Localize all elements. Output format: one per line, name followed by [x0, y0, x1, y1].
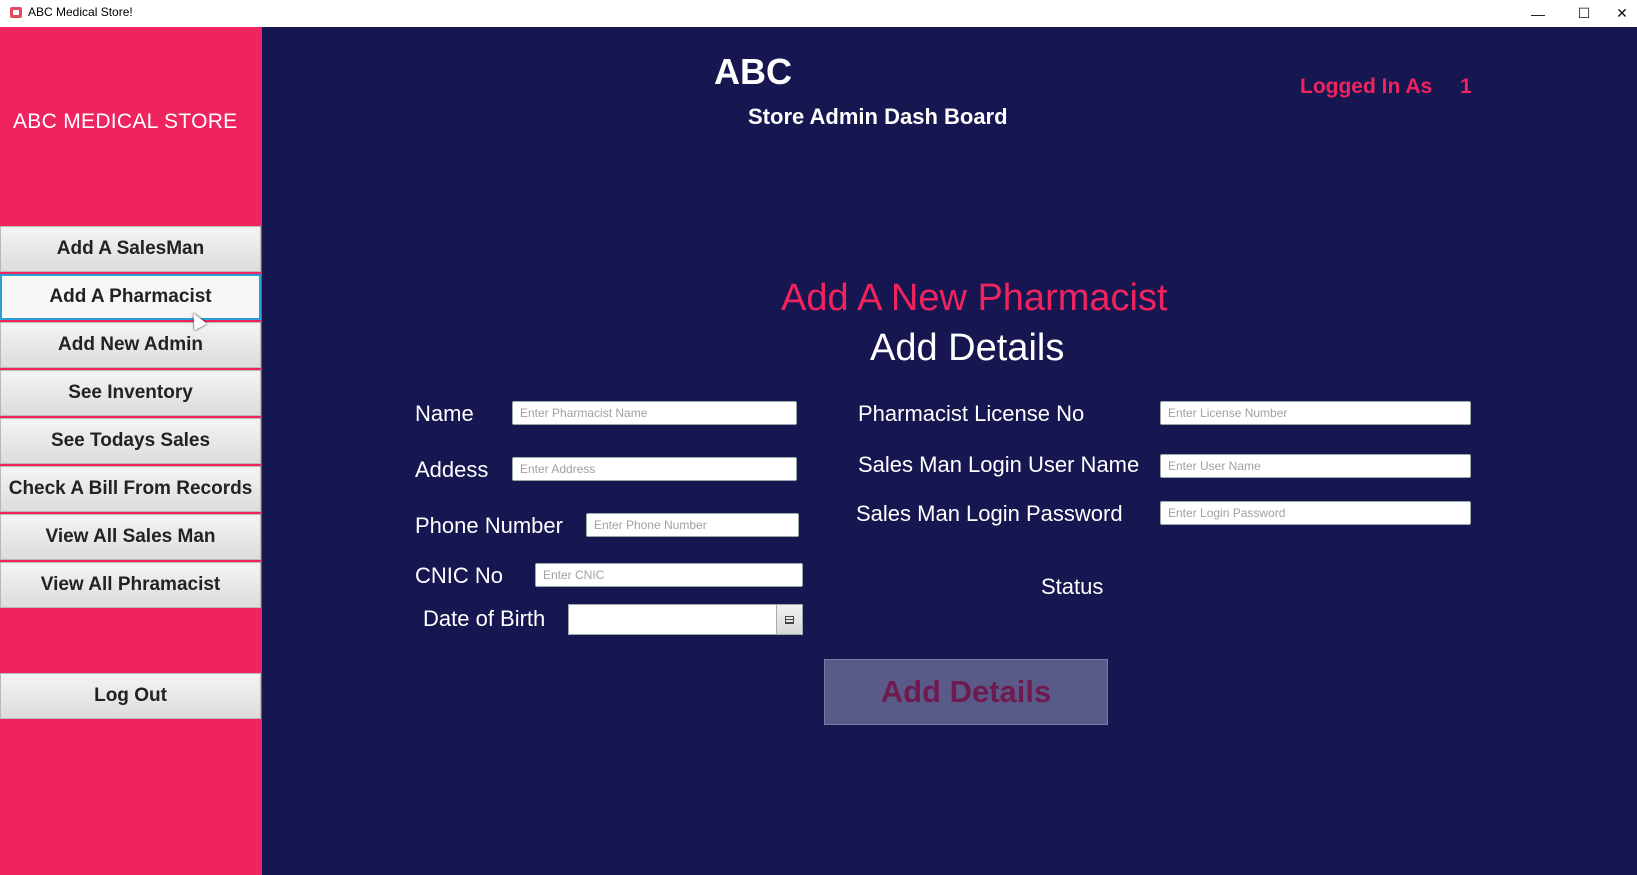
maximize-button[interactable]: ☐	[1561, 0, 1607, 27]
calendar-icon	[785, 615, 794, 624]
sidebar-item-add-salesman[interactable]: Add A SalesMan	[0, 226, 261, 272]
status-label: Status	[1041, 574, 1104, 599]
cnic-label: CNIC No	[415, 563, 504, 588]
license-label: Pharmacist License No	[858, 401, 1085, 426]
dob-label: Date of Birth	[423, 606, 546, 631]
form-heading: Add A New Pharmacist	[781, 277, 1168, 319]
app-icon	[10, 7, 22, 18]
form-subheading: Add Details	[870, 327, 1065, 369]
sidebar-item-view-all-pharmacist[interactable]: View All Phramacist	[0, 562, 261, 608]
logged-in-label: Logged In As	[1300, 75, 1433, 98]
logout-button[interactable]: Log Out	[0, 673, 261, 719]
dob-date-picker[interactable]	[568, 604, 803, 635]
sidebar-brand: ABC MEDICAL STORE	[13, 110, 238, 133]
main-panel	[262, 27, 1637, 875]
dob-input[interactable]	[569, 605, 777, 634]
license-number-input[interactable]	[1160, 401, 1471, 425]
password-input[interactable]	[1160, 501, 1471, 525]
address-label: Addess	[415, 457, 489, 482]
logged-in-value: 1	[1460, 75, 1472, 98]
calendar-button[interactable]	[776, 605, 802, 634]
sidebar-item-view-all-salesman[interactable]: View All Sales Man	[0, 514, 261, 560]
sidebar-item-check-bill[interactable]: Check A Bill From Records	[0, 466, 261, 512]
phone-label: Phone Number	[415, 513, 563, 538]
username-input[interactable]	[1160, 454, 1471, 478]
add-details-button[interactable]: Add Details	[824, 659, 1108, 725]
dashboard-title: Store Admin Dash Board	[748, 104, 1008, 129]
window-titlebar: ABC Medical Store! — ☐ ✕	[0, 0, 1637, 27]
minimize-button[interactable]: —	[1515, 0, 1561, 27]
close-button[interactable]: ✕	[1607, 0, 1637, 27]
password-label: Sales Man Login Password	[856, 501, 1123, 526]
sidebar-item-add-new-admin[interactable]: Add New Admin	[0, 322, 261, 368]
phone-number-input[interactable]	[586, 513, 799, 537]
sidebar-item-add-pharmacist[interactable]: Add A Pharmacist	[0, 274, 261, 320]
sidebar-item-see-todays-sales[interactable]: See Todays Sales	[0, 418, 261, 464]
address-input[interactable]	[512, 457, 797, 481]
window-title: ABC Medical Store!	[28, 5, 133, 19]
store-name: ABC	[714, 51, 792, 92]
cnic-input[interactable]	[535, 563, 803, 587]
username-label: Sales Man Login User Name	[858, 452, 1140, 477]
sidebar-item-see-inventory[interactable]: See Inventory	[0, 370, 261, 416]
pharmacist-name-input[interactable]	[512, 401, 797, 425]
name-label: Name	[415, 401, 474, 426]
